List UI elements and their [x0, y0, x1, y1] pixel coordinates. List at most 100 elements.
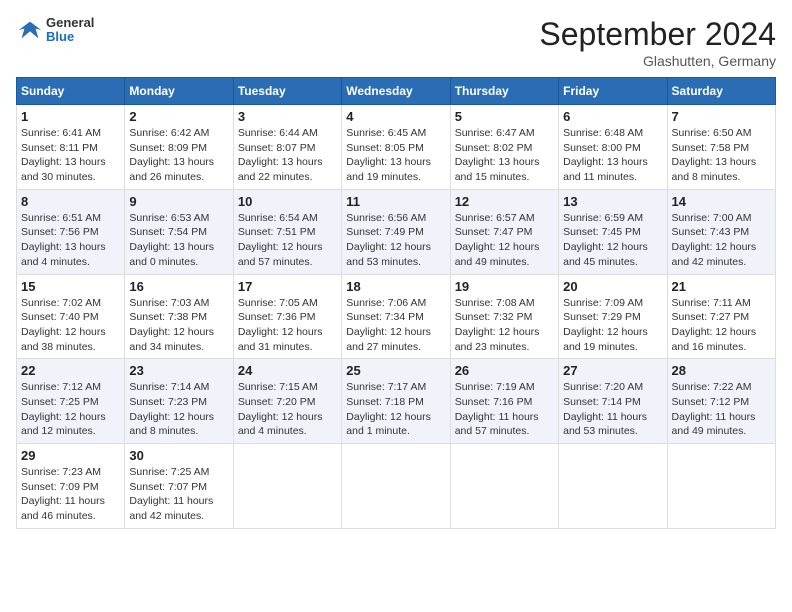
- calendar-cell: 5Sunrise: 6:47 AMSunset: 8:02 PMDaylight…: [450, 105, 558, 190]
- cell-info: Sunrise: 7:08 AMSunset: 7:32 PMDaylight:…: [455, 297, 540, 353]
- day-number: 8: [21, 194, 120, 209]
- calendar-cell: 13 Sunrise: 6:59 AMSunset: 7:45 PMDayligh…: [559, 189, 667, 274]
- cell-info: Sunrise: 6:54 AMSunset: 7:51 PMDaylight:…: [238, 212, 323, 268]
- cell-info: Sunrise: 7:02 AMSunset: 7:40 PMDaylight:…: [21, 297, 106, 353]
- day-number: 16: [129, 279, 228, 294]
- day-number: 21: [672, 279, 771, 294]
- title-block: September 2024 Glashutten, Germany: [539, 16, 776, 69]
- day-number: 28: [672, 363, 771, 378]
- day-number: 5: [455, 109, 554, 124]
- cell-info: Sunrise: 7:17 AMSunset: 7:18 PMDaylight:…: [346, 381, 431, 437]
- weekday-header: Sunday: [17, 78, 125, 105]
- calendar-cell: [667, 444, 775, 529]
- calendar-cell: 10 Sunrise: 6:54 AMSunset: 7:51 PMDayligh…: [233, 189, 341, 274]
- cell-info: Sunrise: 6:41 AMSunset: 8:11 PMDaylight:…: [21, 127, 106, 183]
- cell-info: Sunrise: 6:59 AMSunset: 7:45 PMDaylight:…: [563, 212, 648, 268]
- cell-info: Sunrise: 6:56 AMSunset: 7:49 PMDaylight:…: [346, 212, 431, 268]
- day-number: 17: [238, 279, 337, 294]
- calendar-cell: [233, 444, 341, 529]
- weekday-header: Saturday: [667, 78, 775, 105]
- cell-info: Sunrise: 7:19 AMSunset: 7:16 PMDaylight:…: [455, 381, 539, 437]
- calendar-cell: 30Sunrise: 7:25 AMSunset: 7:07 PMDayligh…: [125, 444, 233, 529]
- weekday-header: Friday: [559, 78, 667, 105]
- calendar-cell: 3Sunrise: 6:44 AMSunset: 8:07 PMDaylight…: [233, 105, 341, 190]
- calendar-week-row: 1 Sunrise: 6:41 AMSunset: 8:11 PMDaylight…: [17, 105, 776, 190]
- day-number: 25: [346, 363, 445, 378]
- weekday-header: Wednesday: [342, 78, 450, 105]
- calendar-cell: 2Sunrise: 6:42 AMSunset: 8:09 PMDaylight…: [125, 105, 233, 190]
- calendar-cell: 16 Sunrise: 7:03 AMSunset: 7:38 PMDayligh…: [125, 274, 233, 359]
- calendar-cell: 25 Sunrise: 7:17 AMSunset: 7:18 PMDayligh…: [342, 359, 450, 444]
- cell-info: Sunrise: 6:50 AMSunset: 7:58 PMDaylight:…: [672, 127, 757, 183]
- calendar-cell: 8 Sunrise: 6:51 AMSunset: 7:56 PMDaylight…: [17, 189, 125, 274]
- cell-info: Sunrise: 6:48 AMSunset: 8:00 PMDaylight:…: [563, 127, 648, 183]
- calendar-cell: 23 Sunrise: 7:14 AMSunset: 7:23 PMDayligh…: [125, 359, 233, 444]
- weekday-header: Thursday: [450, 78, 558, 105]
- day-number: 22: [21, 363, 120, 378]
- day-number: 18: [346, 279, 445, 294]
- cell-info: Sunrise: 7:14 AMSunset: 7:23 PMDaylight:…: [129, 381, 214, 437]
- day-number: 20: [563, 279, 662, 294]
- day-number: 3: [238, 109, 337, 124]
- calendar-cell: 22Sunrise: 7:12 AMSunset: 7:25 PMDayligh…: [17, 359, 125, 444]
- logo-bird-icon: [16, 16, 44, 44]
- day-number: 4: [346, 109, 445, 124]
- calendar-cell: 17 Sunrise: 7:05 AMSunset: 7:36 PMDayligh…: [233, 274, 341, 359]
- calendar-cell: 9 Sunrise: 6:53 AMSunset: 7:54 PMDaylight…: [125, 189, 233, 274]
- cell-info: Sunrise: 7:03 AMSunset: 7:38 PMDaylight:…: [129, 297, 214, 353]
- cell-info: Sunrise: 6:51 AMSunset: 7:56 PMDaylight:…: [21, 212, 106, 268]
- page-header: General Blue September 2024 Glashutten, …: [16, 16, 776, 69]
- weekday-header-row: SundayMondayTuesdayWednesdayThursdayFrid…: [17, 78, 776, 105]
- cell-info: Sunrise: 7:23 AMSunset: 7:09 PMDaylight:…: [21, 466, 105, 522]
- day-number: 27: [563, 363, 662, 378]
- day-number: 24: [238, 363, 337, 378]
- day-number: 11: [346, 194, 445, 209]
- calendar-cell: 14Sunrise: 7:00 AMSunset: 7:43 PMDayligh…: [667, 189, 775, 274]
- day-number: 13: [563, 194, 662, 209]
- calendar-week-row: 15Sunrise: 7:02 AMSunset: 7:40 PMDayligh…: [17, 274, 776, 359]
- day-number: 23: [129, 363, 228, 378]
- logo-blue: Blue: [46, 30, 94, 44]
- day-number: 19: [455, 279, 554, 294]
- calendar-cell: 24Sunrise: 7:15 AMSunset: 7:20 PMDayligh…: [233, 359, 341, 444]
- calendar-cell: 28 Sunrise: 7:22 AMSunset: 7:12 PMDayligh…: [667, 359, 775, 444]
- calendar-cell: [450, 444, 558, 529]
- cell-info: Sunrise: 6:42 AMSunset: 8:09 PMDaylight:…: [129, 127, 214, 183]
- cell-info: Sunrise: 7:05 AMSunset: 7:36 PMDaylight:…: [238, 297, 323, 353]
- day-number: 26: [455, 363, 554, 378]
- calendar-cell: 4Sunrise: 6:45 AMSunset: 8:05 PMDaylight…: [342, 105, 450, 190]
- day-number: 12: [455, 194, 554, 209]
- day-number: 29: [21, 448, 120, 463]
- day-number: 1: [21, 109, 120, 124]
- calendar-table: SundayMondayTuesdayWednesdayThursdayFrid…: [16, 77, 776, 529]
- calendar-cell: [559, 444, 667, 529]
- calendar-cell: 11 Sunrise: 6:56 AMSunset: 7:49 PMDayligh…: [342, 189, 450, 274]
- logo-text: General Blue: [46, 16, 94, 45]
- day-number: 6: [563, 109, 662, 124]
- cell-info: Sunrise: 7:22 AMSunset: 7:12 PMDaylight:…: [672, 381, 756, 437]
- day-number: 9: [129, 194, 228, 209]
- weekday-header: Tuesday: [233, 78, 341, 105]
- calendar-week-row: 22Sunrise: 7:12 AMSunset: 7:25 PMDayligh…: [17, 359, 776, 444]
- cell-info: Sunrise: 7:20 AMSunset: 7:14 PMDaylight:…: [563, 381, 647, 437]
- calendar-week-row: 8 Sunrise: 6:51 AMSunset: 7:56 PMDaylight…: [17, 189, 776, 274]
- calendar-week-row: 29 Sunrise: 7:23 AMSunset: 7:09 PMDayligh…: [17, 444, 776, 529]
- calendar-cell: 7Sunrise: 6:50 AMSunset: 7:58 PMDaylight…: [667, 105, 775, 190]
- calendar-cell: 20 Sunrise: 7:09 AMSunset: 7:29 PMDayligh…: [559, 274, 667, 359]
- cell-info: Sunrise: 6:53 AMSunset: 7:54 PMDaylight:…: [129, 212, 214, 268]
- cell-info: Sunrise: 7:00 AMSunset: 7:43 PMDaylight:…: [672, 212, 757, 268]
- calendar-cell: 29 Sunrise: 7:23 AMSunset: 7:09 PMDayligh…: [17, 444, 125, 529]
- day-number: 10: [238, 194, 337, 209]
- calendar-cell: 6 Sunrise: 6:48 AMSunset: 8:00 PMDaylight…: [559, 105, 667, 190]
- calendar-cell: 26 Sunrise: 7:19 AMSunset: 7:16 PMDayligh…: [450, 359, 558, 444]
- calendar-cell: 21Sunrise: 7:11 AMSunset: 7:27 PMDayligh…: [667, 274, 775, 359]
- logo-general: General: [46, 16, 94, 30]
- calendar-cell: 15Sunrise: 7:02 AMSunset: 7:40 PMDayligh…: [17, 274, 125, 359]
- logo: General Blue: [16, 16, 94, 45]
- cell-info: Sunrise: 6:57 AMSunset: 7:47 PMDaylight:…: [455, 212, 540, 268]
- location: Glashutten, Germany: [539, 53, 776, 69]
- calendar-cell: [342, 444, 450, 529]
- calendar-cell: 12 Sunrise: 6:57 AMSunset: 7:47 PMDayligh…: [450, 189, 558, 274]
- day-number: 30: [129, 448, 228, 463]
- cell-info: Sunrise: 7:09 AMSunset: 7:29 PMDaylight:…: [563, 297, 648, 353]
